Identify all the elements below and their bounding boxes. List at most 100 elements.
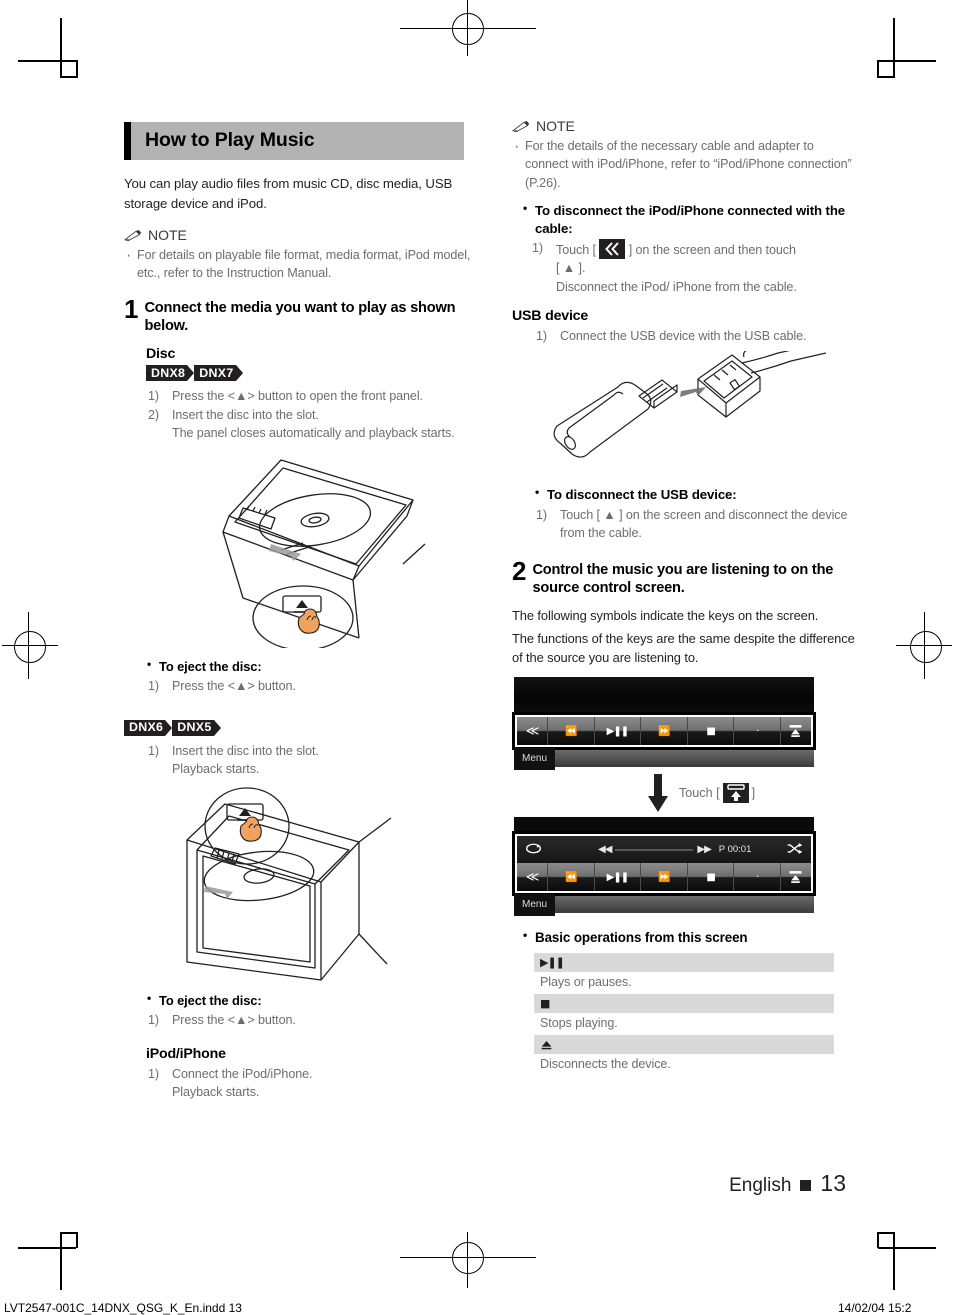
key-symbol-play-pause: ▶❚❚ (534, 952, 834, 972)
playback-time: P 00:01 (718, 844, 752, 856)
progress-bar[interactable] (615, 848, 694, 851)
list-marker: 1) (532, 240, 543, 255)
list-text-middle: ] on the screen and then touch (628, 242, 796, 257)
list-marker: 1) (148, 679, 159, 694)
disc-heading: Disc (146, 346, 176, 363)
step2-body-line-1: The following symbols indicate the keys … (512, 607, 819, 623)
list-text-before: Touch [ (556, 242, 596, 257)
list-marker: 1) (536, 507, 547, 522)
list-text: Press the <▲> button. (172, 1013, 296, 1028)
blank-button[interactable]: · (734, 863, 781, 892)
intro-paragraph: You can play audio files from music CD, … (124, 176, 453, 211)
fast-forward-button[interactable]: ▶▶ (697, 844, 711, 855)
menu-strip-1[interactable]: Menu (514, 747, 814, 770)
list-item: 1) Press the <▲> button. (146, 677, 472, 695)
note-label: NOTE (536, 118, 575, 134)
stop-button[interactable]: ■ (688, 863, 735, 892)
note-item: For the details of the necessary cable a… (512, 135, 860, 192)
stop-button[interactable]: ■ (688, 717, 735, 746)
back-button[interactable]: ≪ (517, 863, 548, 892)
eject-disc-title-a: To eject the disc: (146, 657, 472, 675)
usb-device-heading: USB device (512, 308, 589, 325)
playback-info-bar[interactable]: ◀◀ ▶▶ P 00:01 (517, 836, 811, 864)
screen-display-area (514, 677, 814, 713)
list-continuation: Disconnect the iPod/ iPhone from the cab… (556, 279, 797, 294)
list-text: Press the <▲> button to open the front p… (172, 389, 423, 404)
list-item: 1) Press the <▲> button. (146, 1011, 472, 1029)
manual-page: How to Play Music You can play audio fil… (0, 0, 954, 1309)
key-desc: Stops playing. (540, 1015, 618, 1030)
disc-steps-a: 1) Press the <▲> button to open the fron… (146, 387, 472, 442)
list-item: 1) Press the <▲> button to open the fron… (146, 387, 472, 405)
list-item: 1) Touch [ ] on the screen and then touc… (530, 238, 860, 296)
step2-body-line-2: The functions of the keys are the same d… (512, 631, 855, 666)
touch-label-before: Touch [ (679, 786, 720, 801)
key-symbol-stop: ■ (534, 993, 834, 1013)
disc-steps-b: 1) Insert the disc into the slot. Playba… (146, 742, 472, 779)
control-bar[interactable]: ≪ ⏪ ▶❚❚ ⏩ ■ · (517, 717, 811, 746)
list-bracket-line: [ ▲ ]. (556, 261, 586, 276)
menu-strip-2[interactable]: Menu (514, 893, 814, 916)
list-marker: 1) (148, 743, 159, 758)
menu-button[interactable]: Menu (514, 747, 556, 770)
repeat-icon[interactable] (525, 842, 542, 858)
list-marker: 1) (148, 1066, 159, 1081)
badge-dnx7: DNX7 (194, 365, 243, 382)
list-continuation: The panel closes automatically and playb… (172, 425, 455, 440)
right-column: NOTE For the details of the necessary ca… (511, 118, 860, 1076)
list-item: 2) Insert the disc into the slot. The pa… (146, 406, 472, 443)
eject-icon[interactable] (781, 863, 811, 891)
rewind-button[interactable]: ◀◀ (598, 844, 612, 855)
list-marker: 2) (148, 407, 159, 422)
print-filename: LVT2547-001C_14DNX_QSG_K_En.indd 13 (4, 1301, 242, 1315)
list-marker: 1) (148, 1013, 159, 1028)
badge-dnx6: DNX6 (124, 719, 173, 736)
model-badges-dnx8-dnx7: DNX8 DNX7 (146, 365, 472, 382)
blank-button[interactable]: · (734, 717, 781, 746)
disc-slot-illustration (186, 787, 392, 982)
control-bar-2[interactable]: ≪ ⏪ ▶❚❚ ⏩ ■ · (517, 863, 811, 892)
previous-track-button[interactable]: ⏪ (548, 717, 595, 746)
usb-connect-illustration (553, 351, 826, 459)
play-pause-button[interactable]: ▶❚❚ (595, 717, 642, 746)
step-title: Control the music you are listening to o… (532, 561, 834, 597)
list-item: 1) Touch [ ▲ ] on the screen and disconn… (534, 506, 860, 543)
play-pause-button[interactable]: ▶❚❚ (595, 863, 642, 892)
basic-operations-title: Basic operations from this screen (522, 928, 860, 947)
disconnect-usb-steps: 1) Touch [ ▲ ] on the screen and disconn… (534, 506, 860, 543)
list-text: Touch [ ▲ ] on the screen and disconnect… (560, 507, 848, 541)
list-item: 1) Connect the USB device with the USB c… (534, 327, 860, 345)
page-footer: English 13 (729, 1170, 846, 1197)
pencil-icon (511, 120, 531, 133)
disconnect-ipod-steps: 1) Touch [ ] on the screen and then touc… (530, 238, 860, 296)
note-label: NOTE (148, 227, 187, 244)
pencil-icon (123, 229, 143, 242)
key-desc: Plays or pauses. (540, 974, 632, 989)
key-desc: Disconnects the device. (540, 1056, 671, 1071)
step-number: 2 (512, 555, 527, 586)
back-button[interactable]: ≪ (517, 717, 548, 746)
note-item: For details on playable file format, med… (124, 244, 472, 283)
next-track-button[interactable]: ⏩ (641, 863, 688, 892)
list-text: Connect the iPod/iPhone. (172, 1066, 313, 1081)
eject-disc-title-b: To eject the disc: (146, 991, 472, 1009)
control-bar-highlight-1: ≪ ⏪ ▶❚❚ ⏩ ■ · (512, 712, 816, 751)
footer-language: English (729, 1175, 792, 1196)
key-function-table: ▶❚❚ Plays or pauses. ■ Stops playing. Di… (534, 952, 834, 1076)
eject-icon[interactable] (781, 717, 811, 745)
ipod-heading: iPod/iPhone (146, 1045, 226, 1062)
screen-display-area-2 (514, 817, 814, 832)
step-number: 1 (124, 293, 139, 324)
note-heading-left: NOTE (123, 227, 472, 244)
list-text: Insert the disc into the slot. (172, 743, 319, 758)
list-continuation: Playback starts. (172, 762, 260, 777)
menu-button[interactable]: Menu (514, 893, 556, 916)
expand-up-icon (722, 783, 749, 804)
shuffle-icon[interactable] (786, 842, 803, 858)
touch-label: Touch [ ] (679, 783, 755, 804)
next-track-button[interactable]: ⏩ (641, 717, 688, 746)
list-marker: 1) (148, 389, 159, 404)
previous-track-button[interactable]: ⏪ (548, 863, 595, 892)
note-heading-right: NOTE (511, 118, 860, 134)
model-badges-dnx6-dnx5: DNX6 DNX5 (124, 719, 472, 736)
